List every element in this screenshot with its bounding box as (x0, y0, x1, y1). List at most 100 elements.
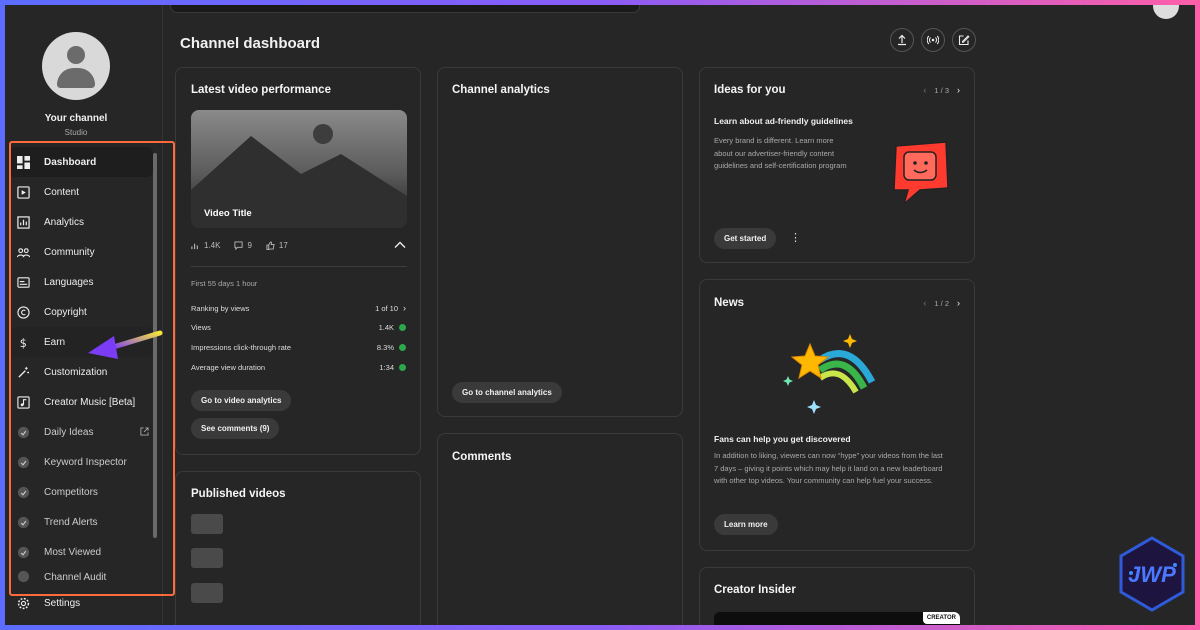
sidebar-item-most-viewed[interactable]: Most Viewed (9, 537, 153, 567)
copyright-icon (17, 305, 30, 319)
sidebar-item-label: Languages (44, 276, 94, 288)
magic-wand-icon (17, 366, 30, 379)
sidebar-item-label: Competitors (44, 486, 98, 498)
chevron-right-icon[interactable]: › (957, 85, 960, 95)
extension-icon (17, 570, 30, 583)
sidebar-item-label: Dashboard (44, 156, 97, 168)
studio-window: Your channel Studio Dashboard Content An… (5, 5, 1195, 625)
channel-name: Your channel (44, 113, 108, 124)
card-title: Published videos (191, 488, 286, 500)
video-thumbnail[interactable]: Video Title (191, 110, 407, 228)
sidebar-item-label: Customization (44, 366, 108, 378)
video-thumbnail-placeholder[interactable] (191, 583, 223, 603)
sidebar-item-languages[interactable]: Languages (9, 267, 153, 297)
latest-video-card: Latest video performance Video Title 1.4… (175, 67, 421, 455)
comment-icon (234, 241, 244, 250)
likes-count: 17 (278, 241, 288, 250)
video-thumbnail-placeholder[interactable] (191, 548, 223, 568)
idea-description: Every brand is different. Learn more abo… (714, 136, 847, 170)
analytics-icon (17, 215, 30, 229)
sidebar-item-competitors[interactable]: Competitors (9, 477, 153, 507)
metric-label: Ranking by views (191, 303, 250, 313)
dashboard-icon (17, 155, 30, 169)
music-icon (17, 395, 30, 409)
video-thumbnail-placeholder[interactable] (191, 514, 223, 534)
channel-analytics-button[interactable]: Go to channel analytics (452, 382, 562, 403)
metric-value: 1 of 10 (375, 303, 398, 313)
sidebar: Your channel Studio Dashboard Content An… (5, 5, 163, 625)
extension-icon (17, 516, 30, 529)
upload-icon (898, 34, 906, 46)
metric-label: Views (191, 323, 211, 332)
sidebar-item-label: Creator Music [Beta] (44, 396, 136, 408)
video-analytics-button[interactable]: Go to video analytics (191, 390, 292, 411)
jwp-logo: JWP (1119, 536, 1185, 612)
video-stats: 1.4K 9 17 (191, 241, 288, 250)
extension-icon (17, 546, 30, 559)
metric-value: 1:34 (379, 363, 394, 372)
see-comments-button[interactable]: See comments (9) (191, 418, 280, 439)
sidebar-item-copyright[interactable]: Copyright (9, 297, 153, 327)
content-icon (17, 185, 30, 199)
card-title: Latest video performance (191, 84, 331, 96)
sidebar-item-community[interactable]: Community (9, 237, 153, 267)
sidebar-item-label: Most Viewed (44, 546, 102, 558)
extension-icon (17, 456, 30, 469)
sidebar-item-content[interactable]: Content (9, 177, 153, 207)
pager-text: 1 / 2 (934, 298, 949, 308)
card-title: Comments (452, 451, 512, 463)
news-subtitle: Fans can help you get discovered (714, 434, 851, 444)
idea-subtitle: Learn about ad-friendly guidelines (714, 116, 853, 126)
channel-avatar[interactable] (42, 32, 110, 100)
ad-friendly-illustration (893, 141, 949, 207)
sidebar-item-analytics[interactable]: Analytics (9, 207, 153, 237)
published-videos-card: Published videos (175, 471, 421, 625)
metric-row-avd: Average view duration 1:34 (191, 363, 406, 372)
account-avatar[interactable] (1153, 5, 1179, 19)
comments-card: Comments (437, 433, 683, 625)
metric-value: 8.3% (376, 343, 394, 352)
sidebar-item-label: Copyright (44, 306, 87, 318)
check-icon (399, 364, 406, 371)
sidebar-item-daily-ideas[interactable]: Daily Ideas (9, 417, 153, 447)
get-started-button[interactable]: Get started (714, 228, 777, 249)
sidebar-item-keyword-inspector[interactable]: Keyword Inspector (9, 447, 153, 477)
sidebar-item-label: Content (44, 186, 80, 198)
sidebar-item-label: Channel Audit (44, 572, 107, 583)
metric-row-ranking[interactable]: Ranking by views 1 of 10 › (191, 303, 406, 313)
chevron-right-icon[interactable]: › (957, 298, 960, 308)
upload-button[interactable] (890, 28, 914, 52)
card-title: Channel analytics (452, 84, 550, 96)
more-options-icon[interactable]: ⋮ (790, 231, 801, 244)
chevron-up-icon[interactable] (394, 240, 406, 250)
create-post-button[interactable] (952, 28, 976, 52)
thumbs-up-icon (266, 241, 275, 250)
sidebar-item-label: Earn (44, 336, 66, 348)
metric-row-ctr: Impressions click-through rate 8.3% (191, 343, 406, 352)
page-title: Channel dashboard (180, 35, 321, 52)
community-icon (17, 246, 30, 259)
sidebar-item-label: Community (44, 246, 95, 258)
creator-insider-thumbnail[interactable]: CREATOR (714, 612, 960, 625)
watermark-text: JWP (1128, 562, 1176, 587)
sidebar-item-dashboard[interactable]: Dashboard (9, 147, 153, 177)
news-description: In addition to liking, viewers can now “… (714, 451, 943, 485)
sidebar-item-label: Analytics (44, 216, 85, 228)
channel-analytics-card: Channel analytics Go to channel analytic… (437, 67, 683, 417)
ideas-pager: ‹ 1 / 3 › (923, 85, 960, 95)
chevron-left-icon[interactable]: ‹ (923, 298, 926, 308)
chevron-left-icon[interactable]: ‹ (923, 85, 926, 95)
card-title: Ideas for you (714, 84, 786, 96)
sidebar-item-trend-alerts[interactable]: Trend Alerts (9, 507, 153, 537)
sidebar-item-creator-music[interactable]: Creator Music [Beta] (9, 387, 153, 417)
news-card: News ‹ 1 / 2 › Fans can help you get dis… (699, 279, 975, 551)
go-live-button[interactable] (921, 28, 945, 52)
creator-tag: CREATOR (922, 612, 960, 624)
sidebar-item-channel-audit[interactable]: Channel Audit (9, 567, 153, 583)
sidebar-item-settings[interactable]: Settings (17, 597, 80, 610)
news-pager: ‹ 1 / 2 › (923, 298, 960, 308)
learn-more-button[interactable]: Learn more (714, 514, 778, 535)
search-bar[interactable] (170, 5, 640, 13)
metric-label: Average view duration (191, 363, 266, 372)
svg-text:$: $ (20, 337, 27, 349)
